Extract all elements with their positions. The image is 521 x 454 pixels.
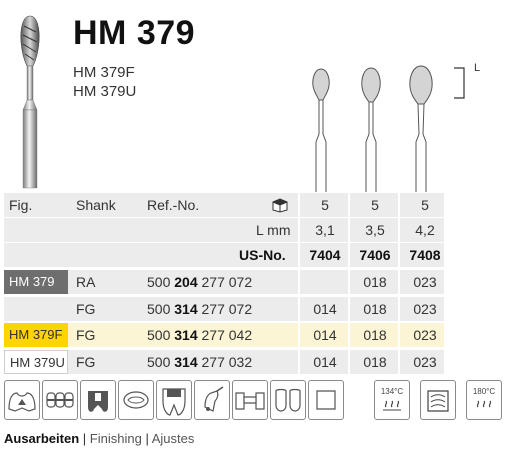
length-cell: 4,2 (415, 222, 435, 238)
temp-180-label: 180°C (473, 387, 496, 396)
size-cell: 014 (313, 327, 337, 343)
sterilize-134-icon: 134°C (374, 380, 410, 420)
table-header-row: Fig. Shank Ref.-No. 5 5 5 (4, 193, 444, 217)
shank-cell: RA (76, 274, 96, 290)
sterilize-180-icon: 180°C (466, 380, 502, 420)
ref-prefix: 500 (147, 327, 171, 343)
fig-label: HM 379 (4, 270, 68, 294)
size-cell: 018 (363, 354, 387, 370)
shank-cell: FG (76, 354, 96, 370)
size-cell: 018 (363, 327, 387, 343)
ref-bold: 314 (174, 354, 198, 370)
ref-prefix: 500 (147, 354, 171, 370)
length-bracket-icon (454, 67, 465, 99)
tooth-section-icon (156, 380, 192, 420)
ref-bold: 314 (174, 327, 198, 343)
size-cell: 014 (313, 301, 337, 317)
head-size-3 (409, 65, 433, 105)
size-cell: 023 (413, 327, 437, 343)
col-fig-header: Fig. (9, 197, 33, 213)
ref-number-cell: 500 314 277 032 (147, 350, 252, 374)
product-title: HM 379 (73, 14, 196, 52)
length-cell: 3,5 (365, 222, 385, 238)
us-number-cell: 7404 (309, 247, 341, 263)
variant-u-label: HM 379U (73, 83, 137, 100)
us-number-row: US-No. 7404 7406 7408 (4, 243, 444, 267)
ref-number-cell: 500 204 277 072 (147, 270, 252, 294)
qty-cell: 5 (321, 197, 329, 213)
size-cell: 018 (363, 274, 387, 290)
washer-disinfector-icon (420, 380, 456, 420)
ref-suffix: 277 042 (201, 327, 253, 343)
us-number-label: US-No. (239, 247, 286, 263)
ref-prefix: 500 (147, 301, 171, 317)
bridge-icon (232, 380, 268, 420)
col-ref-header: Ref.-No. (147, 197, 200, 213)
application-primary: Ausarbeiten (4, 431, 80, 446)
us-number-cell: 7408 (409, 247, 441, 263)
application-tertiary: Ajustes (151, 431, 195, 446)
filling-icon (118, 380, 154, 420)
table-row: FG 500 314 277 072 014 018 023 (4, 297, 444, 321)
ref-suffix: 277 072 (201, 301, 253, 317)
crown-prep-icon (4, 380, 40, 420)
size-cell (300, 270, 350, 294)
application-secondary: Finishing (89, 431, 142, 446)
length-row: L mm 3,1 3,5 4,2 (4, 218, 444, 242)
size-cell: 023 (413, 354, 437, 370)
spacer-box (308, 380, 344, 420)
ref-prefix: 500 (147, 274, 171, 290)
length-label: L mm (256, 222, 291, 238)
orthodontic-icon (42, 380, 78, 420)
ref-suffix: 277 072 (201, 274, 253, 290)
cavity-icon (80, 380, 116, 420)
ref-suffix: 277 032 (201, 354, 253, 370)
footer-separator: | (145, 431, 149, 446)
length-marker-label: L (474, 62, 481, 74)
us-number-cell: 7406 (359, 247, 391, 263)
size-cell: 018 (363, 301, 387, 317)
fig-label: HM 379F (4, 323, 68, 347)
ref-number-cell: 500 314 277 072 (147, 297, 252, 321)
shank-cell: FG (76, 301, 96, 317)
bur-photo (20, 15, 40, 189)
fig-label: HM 379U (4, 350, 68, 374)
head-size-1 (312, 68, 330, 101)
size-drawings (312, 65, 433, 192)
table-row: HM 379U FG 500 314 277 032 014 018 023 (4, 350, 444, 374)
qty-cell: 5 (371, 197, 379, 213)
temp-134-label: 134°C (381, 387, 404, 396)
size-cell: 023 (413, 274, 437, 290)
length-cell: 3,1 (315, 222, 335, 238)
variant-f-label: HM 379F (73, 64, 135, 81)
footer-separator: | (82, 431, 87, 446)
table-row-highlighted: HM 379F FG 500 314 277 042 014 018 023 (4, 323, 444, 347)
ref-bold: 204 (174, 274, 198, 290)
size-cell: 023 (413, 301, 437, 317)
head-size-2 (361, 67, 381, 103)
col-shank-header: Shank (76, 197, 116, 213)
implant-icon (194, 380, 230, 420)
shank-cell: FG (76, 327, 96, 343)
qty-cell: 5 (421, 197, 429, 213)
table-row: HM 379 RA 500 204 277 072 018 023 (4, 270, 444, 294)
size-cell: 014 (313, 354, 337, 370)
package-icon (272, 198, 288, 213)
ref-bold: 314 (174, 301, 198, 317)
veneer-icon (270, 380, 306, 420)
ref-number-cell: 500 314 277 042 (147, 323, 252, 347)
application-footer: Ausarbeiten | Finishing | Ajustes (4, 431, 194, 446)
